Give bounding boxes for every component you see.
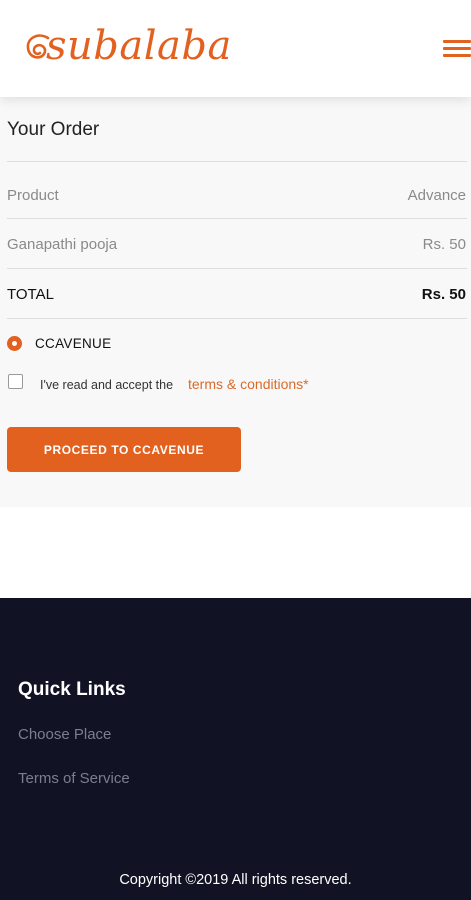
- quick-links-title: Quick Links: [18, 679, 126, 700]
- total-amount: Rs. 50: [421, 286, 466, 303]
- divider: [7, 218, 467, 219]
- subalaba-logo[interactable]: subalaba: [24, 22, 244, 72]
- divider: [7, 318, 467, 319]
- hamburger-menu-icon[interactable]: [441, 38, 471, 60]
- item-price: Rs. 50: [422, 236, 466, 253]
- footer-link-terms-of-service[interactable]: Terms of Service: [18, 770, 130, 787]
- terms-conditions-link[interactable]: terms & conditions*: [188, 376, 309, 392]
- payment-method-radio[interactable]: [7, 336, 22, 351]
- payment-method-label: CCAVENUE: [35, 336, 112, 351]
- item-name: Ganapathi pooja: [7, 236, 118, 253]
- advance-column-header: Advance: [407, 187, 466, 204]
- total-label: TOTAL: [7, 286, 54, 303]
- site-footer: Quick Links Choose Place Terms of Servic…: [0, 598, 471, 900]
- terms-text: I've read and accept the: [40, 378, 174, 392]
- terms-checkbox[interactable]: [8, 374, 23, 389]
- logo-text: subalaba: [46, 23, 232, 69]
- divider: [7, 161, 467, 162]
- divider: [7, 268, 467, 269]
- site-header: subalaba: [0, 0, 471, 97]
- order-section: Your Order Product Advance Ganapathi poo…: [0, 97, 471, 507]
- proceed-button[interactable]: PROCEED TO CCAVENUE: [7, 427, 241, 472]
- copyright-text: Copyright ©2019 All rights reserved.: [119, 872, 352, 888]
- footer-link-choose-place[interactable]: Choose Place: [18, 726, 111, 743]
- product-column-header: Product: [7, 187, 59, 204]
- order-title: Your Order: [7, 119, 100, 140]
